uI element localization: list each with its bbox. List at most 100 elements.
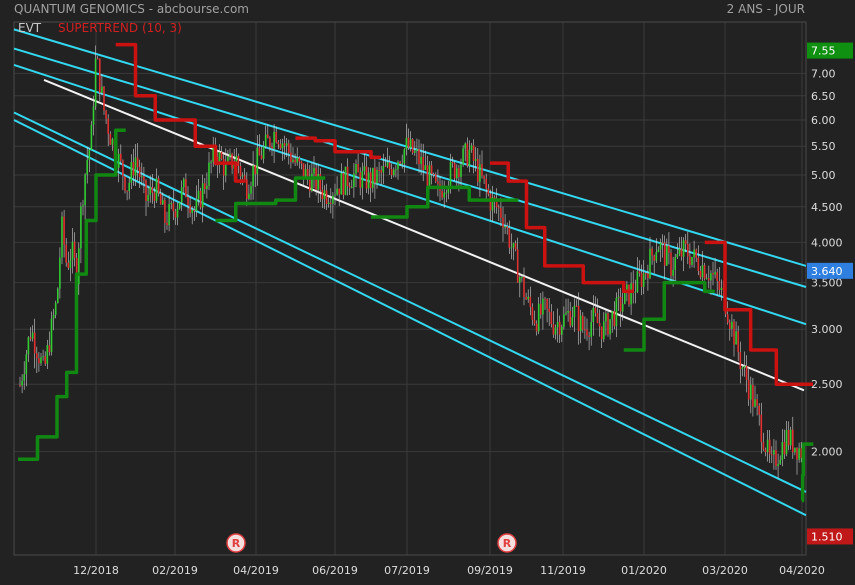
candle-up: [470, 145, 473, 150]
candle-down: [607, 313, 609, 335]
candle-up: [542, 298, 544, 315]
candle-down: [122, 160, 124, 177]
candle-up: [504, 226, 506, 228]
candle-up: [397, 161, 399, 170]
y-tick-label: 2.500: [811, 378, 843, 391]
candle-down: [189, 204, 191, 214]
candle-up: [183, 179, 185, 188]
x-tick-label: 04/2019: [233, 564, 279, 577]
candle-down: [338, 188, 340, 195]
y-tick-label: 4.000: [811, 236, 843, 249]
candle-up: [57, 288, 59, 303]
candle-down: [670, 252, 672, 276]
candle-up: [210, 161, 212, 163]
candle-down: [369, 172, 372, 188]
candle-up: [336, 188, 338, 195]
candle-up: [710, 273, 712, 281]
y-tick-label: 7.00: [811, 67, 836, 80]
candle-down: [432, 174, 435, 176]
candle-up: [84, 174, 86, 206]
candle-down: [99, 58, 101, 93]
candle-down: [531, 306, 534, 320]
candle-up: [462, 148, 464, 165]
candle-down: [174, 211, 177, 218]
candle-down: [687, 243, 689, 257]
candle-down: [584, 329, 586, 331]
candle-down: [220, 151, 223, 160]
candle-down: [525, 296, 527, 300]
candle-up: [401, 163, 403, 165]
candle-down: [533, 319, 536, 324]
candle-up: [80, 206, 82, 249]
candle-down: [243, 175, 246, 180]
y-tick-label: 5.50: [811, 140, 836, 153]
candle-down: [357, 164, 359, 173]
x-tick-label: 12/2018: [73, 564, 119, 577]
candle-up: [311, 173, 313, 192]
candle-down: [399, 161, 401, 164]
y-tick-label: 2.000: [811, 446, 843, 459]
candle-down: [199, 190, 202, 208]
candle-up: [367, 172, 370, 189]
candle-down: [703, 265, 706, 279]
candle-down: [143, 176, 145, 181]
candle-down: [342, 173, 345, 195]
candle-down: [44, 356, 46, 364]
candle-up: [743, 365, 746, 368]
candle-down: [109, 133, 112, 145]
candle-down: [500, 208, 502, 218]
candle-down: [764, 449, 767, 453]
candle-up: [229, 153, 231, 157]
candle-down: [569, 310, 571, 326]
candle-up: [666, 245, 668, 266]
candle-down: [638, 271, 641, 274]
candle-up: [382, 166, 385, 173]
candle-up: [617, 296, 620, 298]
candle-down: [529, 296, 532, 307]
candle-down: [96, 58, 99, 60]
candle-down: [193, 209, 196, 212]
y-tick-label: 5.00: [811, 169, 836, 182]
legend-indicator: SUPERTREND (10, 3): [58, 21, 182, 35]
candle-down: [390, 169, 393, 176]
candle-down: [699, 270, 702, 278]
x-tick-label: 07/2019: [384, 564, 430, 577]
candle-up: [23, 374, 25, 381]
candle-down: [540, 303, 542, 315]
candle-down: [132, 162, 135, 176]
candle-up: [521, 276, 523, 278]
candle-up: [351, 187, 353, 189]
candle-up: [424, 165, 427, 170]
candle-up: [789, 429, 792, 446]
candle-up: [403, 149, 406, 164]
candle-up: [554, 327, 557, 335]
candle-down: [365, 166, 368, 189]
candle-up: [573, 305, 576, 318]
candle-up: [649, 248, 651, 279]
candle-down: [747, 380, 750, 400]
candle-up: [420, 156, 422, 165]
chart-period: 2 ANS - JOUR: [727, 2, 805, 16]
event-marker-label: R: [232, 537, 241, 550]
candle-up: [567, 310, 569, 313]
candle-up: [456, 168, 458, 179]
candle-up: [741, 367, 744, 370]
candle-up: [579, 315, 582, 332]
candle-down: [466, 143, 469, 166]
candle-down: [145, 180, 147, 201]
candle-down: [489, 194, 492, 211]
candle-up: [443, 192, 445, 198]
candle-up: [720, 287, 723, 290]
candle-up: [428, 165, 431, 186]
candle-up: [634, 291, 637, 293]
candle-down: [680, 248, 683, 257]
candle-up: [227, 156, 229, 162]
candle-down: [290, 152, 292, 162]
candle-down: [441, 190, 443, 198]
candle-up: [468, 149, 471, 166]
candle-down: [239, 165, 242, 177]
candle-up: [155, 178, 158, 201]
candle-up: [59, 257, 61, 289]
candle-up: [264, 134, 267, 147]
candle-up: [571, 317, 574, 326]
